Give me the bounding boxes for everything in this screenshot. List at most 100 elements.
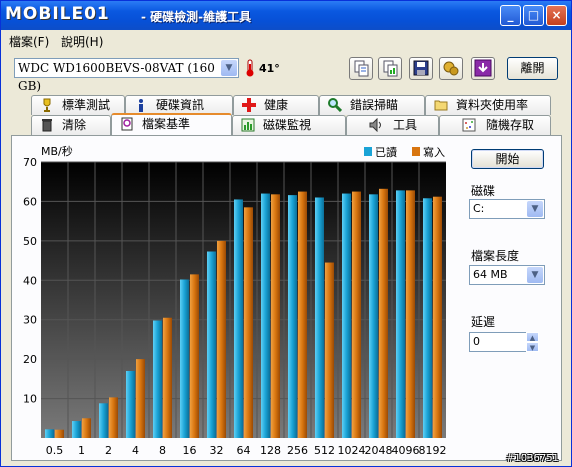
chevron-down-icon[interactable]: ▼ <box>527 267 543 283</box>
tab-standard-test[interactable]: 標準測試 <box>31 95 125 115</box>
y-tick-label: 50 <box>23 235 37 248</box>
watermark: #1036751 <box>506 453 559 464</box>
bar-read <box>180 279 189 438</box>
x-tick-label: 8192 <box>419 444 447 457</box>
bar-write <box>55 429 64 438</box>
tab-error-scan[interactable]: 錯誤掃瞄 <box>319 95 425 115</box>
legend-write-label: 寫入 <box>423 145 445 159</box>
menu-help[interactable]: 說明(H) <box>61 33 103 50</box>
bar-write <box>298 191 307 438</box>
copy-graph-icon <box>383 60 398 77</box>
menu-file[interactable]: 檔案(F) <box>9 33 49 50</box>
bar-write <box>163 317 172 438</box>
thermometer-icon <box>246 59 254 77</box>
bar-read <box>207 251 216 438</box>
tab-file-benchmark[interactable]: 檔案基準 <box>111 113 232 135</box>
legend-read-swatch <box>364 147 372 156</box>
y-axis-label: MB/秒 <box>41 144 73 158</box>
chevron-down-icon[interactable]: ▼ <box>221 60 237 76</box>
maximize-button[interactable]: □ <box>523 5 544 26</box>
y-tick-label: 20 <box>23 353 37 366</box>
disk-select[interactable]: C: ▼ <box>469 199 545 219</box>
x-tick-label: 1 <box>78 444 85 457</box>
save-button[interactable] <box>409 57 433 80</box>
title-bar[interactable]: MOBILE01 - 硬碟檢測-維護工具 _ □ × <box>1 1 571 30</box>
delay-label: 延遲 <box>471 315 496 329</box>
copy-text-icon <box>354 60 369 77</box>
bar-write <box>136 359 145 438</box>
tab-label: 資料夾使用率 <box>456 98 529 112</box>
bar-read <box>342 193 351 438</box>
trash-icon <box>40 118 54 132</box>
file-length-select[interactable]: 64 MB ▼ <box>469 265 545 285</box>
bar-write <box>352 191 361 438</box>
x-tick-label: 2 <box>105 444 112 457</box>
transfer-rate-chart: 10 20 30 40 50 60 70 0.5 1 2 4 8 16 32 64 128 256 512 102… <box>23 144 447 457</box>
y-axis: 10 20 30 40 50 60 70 <box>23 156 37 406</box>
monitor-chart-icon <box>241 118 255 132</box>
trophy-icon <box>40 98 54 112</box>
start-button[interactable]: 開始 <box>471 149 544 169</box>
delay-value: 0 <box>473 335 480 348</box>
download-button[interactable] <box>471 57 495 80</box>
bar-write <box>217 240 226 438</box>
y-tick-label: 60 <box>23 195 37 208</box>
bar-write <box>379 188 388 438</box>
x-tick-label: 64 <box>237 444 251 457</box>
bar-read <box>396 190 405 438</box>
x-tick-label: 256 <box>287 444 308 457</box>
bar-read <box>234 199 243 438</box>
bar-read <box>72 421 81 438</box>
bar-write <box>244 207 253 438</box>
bar-read <box>153 320 162 438</box>
magnifier-icon <box>328 98 343 113</box>
tab-label: 工具 <box>393 118 418 132</box>
y-tick-label: 10 <box>23 393 37 406</box>
tab-erase[interactable]: 清除 <box>31 115 111 135</box>
copy-text-button[interactable] <box>349 57 373 80</box>
legend-read-label: 已讀 <box>375 145 397 159</box>
spin-up-icon[interactable]: ▲ <box>526 332 539 342</box>
bar-write <box>109 397 118 438</box>
bar-read <box>261 193 270 438</box>
window-title: - 硬碟檢測-維護工具 <box>141 10 252 24</box>
tab-random-access[interactable]: 隨機存取 <box>439 115 551 135</box>
tab-folder-usage[interactable]: 資料夾使用率 <box>425 95 551 115</box>
temperature-value: 41° <box>259 62 280 75</box>
x-axis: 0.5 1 2 4 8 16 32 64 128 256 512 1024 2048 4096 8192 <box>46 444 447 457</box>
tab-disk-info[interactable]: 硬碟資訊 <box>125 95 233 115</box>
save-icon <box>413 60 429 76</box>
bar-write <box>325 262 334 438</box>
minimize-button[interactable]: _ <box>500 5 521 26</box>
spin-down-icon[interactable]: ▼ <box>526 342 539 352</box>
x-tick-label: 4096 <box>392 444 420 457</box>
x-tick-label: 32 <box>210 444 224 457</box>
x-tick-label: 16 <box>183 444 197 457</box>
delay-spinner[interactable]: ▲ ▼ <box>526 332 539 352</box>
folder-icon <box>434 98 448 112</box>
tab-label: 磁碟監視 <box>263 118 312 132</box>
x-tick-label: 8 <box>159 444 166 457</box>
y-tick-label: 30 <box>23 314 37 327</box>
info-icon <box>134 98 148 112</box>
close-button[interactable]: × <box>546 5 567 26</box>
copy-graph-button[interactable] <box>378 57 402 80</box>
health-cross-icon <box>242 98 256 112</box>
exit-button[interactable]: 離開 <box>507 57 558 80</box>
file-length-value: 64 MB <box>473 268 508 281</box>
tab-label: 清除 <box>62 118 87 132</box>
menu-bar: 檔案(F) 說明(H) <box>1 30 571 50</box>
bar-write <box>271 194 280 438</box>
bar-read <box>99 403 108 438</box>
x-tick-label: 512 <box>314 444 335 457</box>
tab-label: 健康 <box>264 98 289 112</box>
chevron-down-icon[interactable]: ▼ <box>527 201 543 217</box>
options-button[interactable] <box>439 57 463 80</box>
tab-tools[interactable]: 工具 <box>346 115 439 135</box>
tab-health[interactable]: 健康 <box>233 95 319 115</box>
tab-label: 隨機存取 <box>486 118 535 132</box>
x-tick-label: 0.5 <box>46 444 64 457</box>
bar-write <box>433 196 442 438</box>
tab-disk-monitor[interactable]: 磁碟監視 <box>232 115 346 135</box>
drive-select[interactable]: WDC WD1600BEVS-08VAT (160 GB) ▼ <box>14 58 239 93</box>
